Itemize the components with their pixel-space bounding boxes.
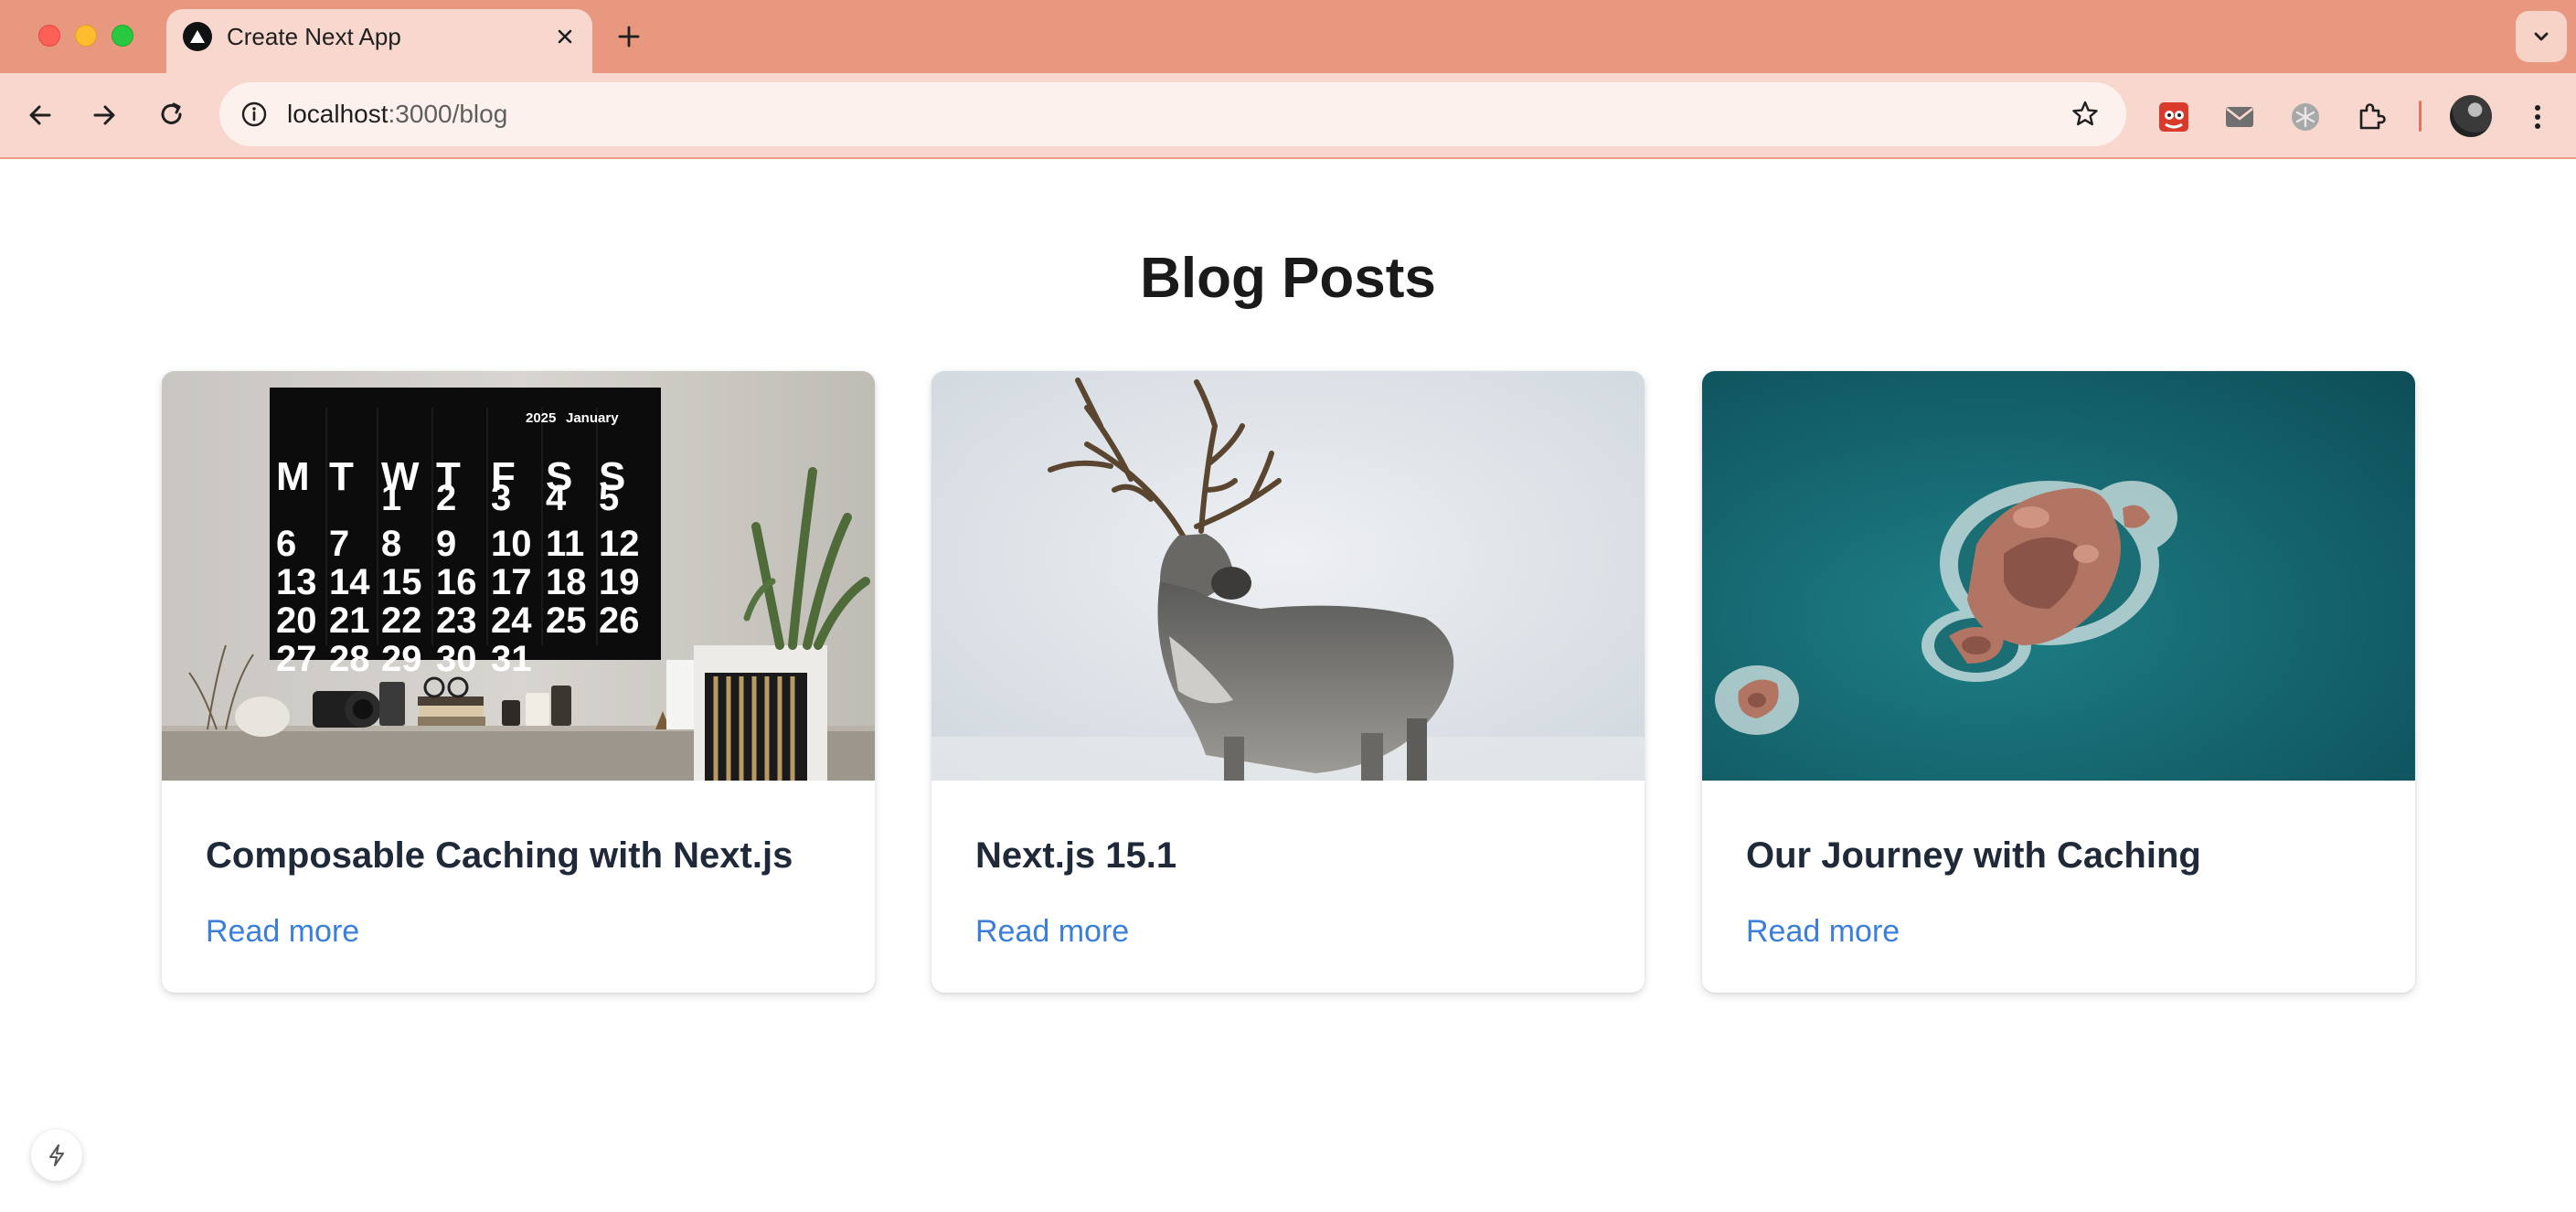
calendar-day-label: T — [329, 454, 354, 499]
new-tab-icon[interactable] — [611, 18, 647, 55]
calendar-date: 14 — [329, 562, 370, 602]
extension-snowflake-icon[interactable] — [2287, 99, 2324, 135]
ocean-rocks-aerial-photo — [1702, 371, 2415, 781]
calendar-date: 7 — [329, 524, 349, 564]
calendar-date: 13 — [276, 562, 317, 602]
close-window-button[interactable] — [38, 25, 60, 47]
calendar-date: 21 — [329, 601, 370, 641]
forward-arrow-icon[interactable] — [84, 95, 124, 135]
calendar-date: 8 — [381, 524, 401, 564]
calendar-date: 29 — [381, 639, 422, 679]
read-more-link[interactable]: Read more — [1746, 909, 1900, 954]
tab-close-icon[interactable] — [550, 22, 580, 51]
calendar-date: 23 — [436, 601, 477, 641]
blog-post-card: Our Journey with Caching Read more — [1702, 371, 2415, 993]
tab-strip: Create Next App — [0, 0, 2576, 73]
url-host: localhost — [287, 100, 389, 128]
calendar-date: 16 — [436, 562, 477, 602]
blog-post-card: 2025 January M T W T F S S 1 2 3 4 5 6 7 8 9 10 11 12 13 14 1… — [162, 371, 875, 993]
reload-icon[interactable] — [152, 95, 192, 135]
url-text: localhost:3000/blog — [287, 99, 507, 130]
minimize-window-button[interactable] — [75, 25, 97, 47]
calendar-date: 24 — [491, 601, 532, 641]
calendar-date: 22 — [381, 601, 422, 641]
calendar-year: 2025 — [526, 410, 556, 426]
tab-search-chevron-down-icon[interactable] — [2516, 11, 2567, 62]
mail-icon[interactable] — [2221, 99, 2258, 135]
post-title: Next.js 15.1 — [975, 835, 1177, 876]
extensions-puzzle-icon[interactable] — [2353, 99, 2390, 135]
calendar-month: January — [566, 410, 619, 426]
bookmark-star-icon[interactable] — [2068, 97, 2102, 132]
url-path: :3000/blog — [388, 100, 508, 128]
back-arrow-icon[interactable] — [20, 95, 60, 135]
calendar-desk-photo: 2025 January M T W T F S S 1 2 3 4 5 6 7 8 9 10 11 12 13 14 1… — [162, 371, 875, 781]
calendar-date: 11 — [546, 524, 584, 564]
calendar-date: 19 — [599, 562, 640, 602]
calendar-date: 30 — [436, 639, 477, 679]
blog-post-card: Next.js 15.1 Read more — [931, 371, 1645, 993]
read-more-link[interactable]: Read more — [975, 909, 1129, 954]
calendar-date: 26 — [599, 601, 640, 641]
maximize-window-button[interactable] — [112, 25, 133, 47]
calendar-date: 5 — [599, 478, 619, 518]
calendar-date: 6 — [276, 524, 296, 564]
calendar-day-label: M — [276, 454, 310, 499]
site-info-icon[interactable] — [238, 98, 271, 131]
dev-tools-lightning-icon[interactable] — [31, 1130, 82, 1181]
address-bar[interactable]: localhost:3000/blog — [219, 82, 2126, 146]
post-title: Our Journey with Caching — [1746, 835, 2201, 876]
calendar-date: 15 — [381, 562, 422, 602]
calendar-date: 10 — [491, 524, 532, 564]
calendar-date: 1 — [381, 478, 401, 518]
calendar-date: 4 — [546, 478, 567, 518]
triangle-favicon-icon — [183, 22, 212, 51]
more-menu-icon[interactable] — [2519, 99, 2556, 135]
calendar-date: 2 — [436, 478, 456, 518]
calendar-date: 18 — [546, 562, 587, 602]
calendar-date: 12 — [599, 524, 640, 564]
calendar-date: 9 — [436, 524, 456, 564]
browser-tab[interactable]: Create Next App — [166, 9, 592, 73]
calendar-date: 3 — [491, 478, 511, 518]
read-more-link[interactable]: Read more — [206, 909, 359, 954]
calendar-date: 31 — [491, 639, 532, 679]
browser-toolbar: localhost:3000/blog — [0, 73, 2576, 159]
page-title: Blog Posts — [1140, 247, 1436, 310]
tab-title: Create Next App — [227, 23, 401, 50]
extension-ghost-icon[interactable] — [2156, 99, 2192, 135]
reindeer-photo — [931, 371, 1645, 781]
toolbar-divider — [2419, 101, 2422, 132]
calendar-date: 27 — [276, 639, 317, 679]
calendar-date: 28 — [329, 639, 370, 679]
profile-avatar[interactable] — [2450, 95, 2492, 137]
post-title: Composable Caching with Next.js — [206, 835, 793, 876]
calendar-date: 20 — [276, 601, 317, 641]
calendar-date: 25 — [546, 601, 587, 641]
calendar-date: 17 — [491, 562, 532, 602]
